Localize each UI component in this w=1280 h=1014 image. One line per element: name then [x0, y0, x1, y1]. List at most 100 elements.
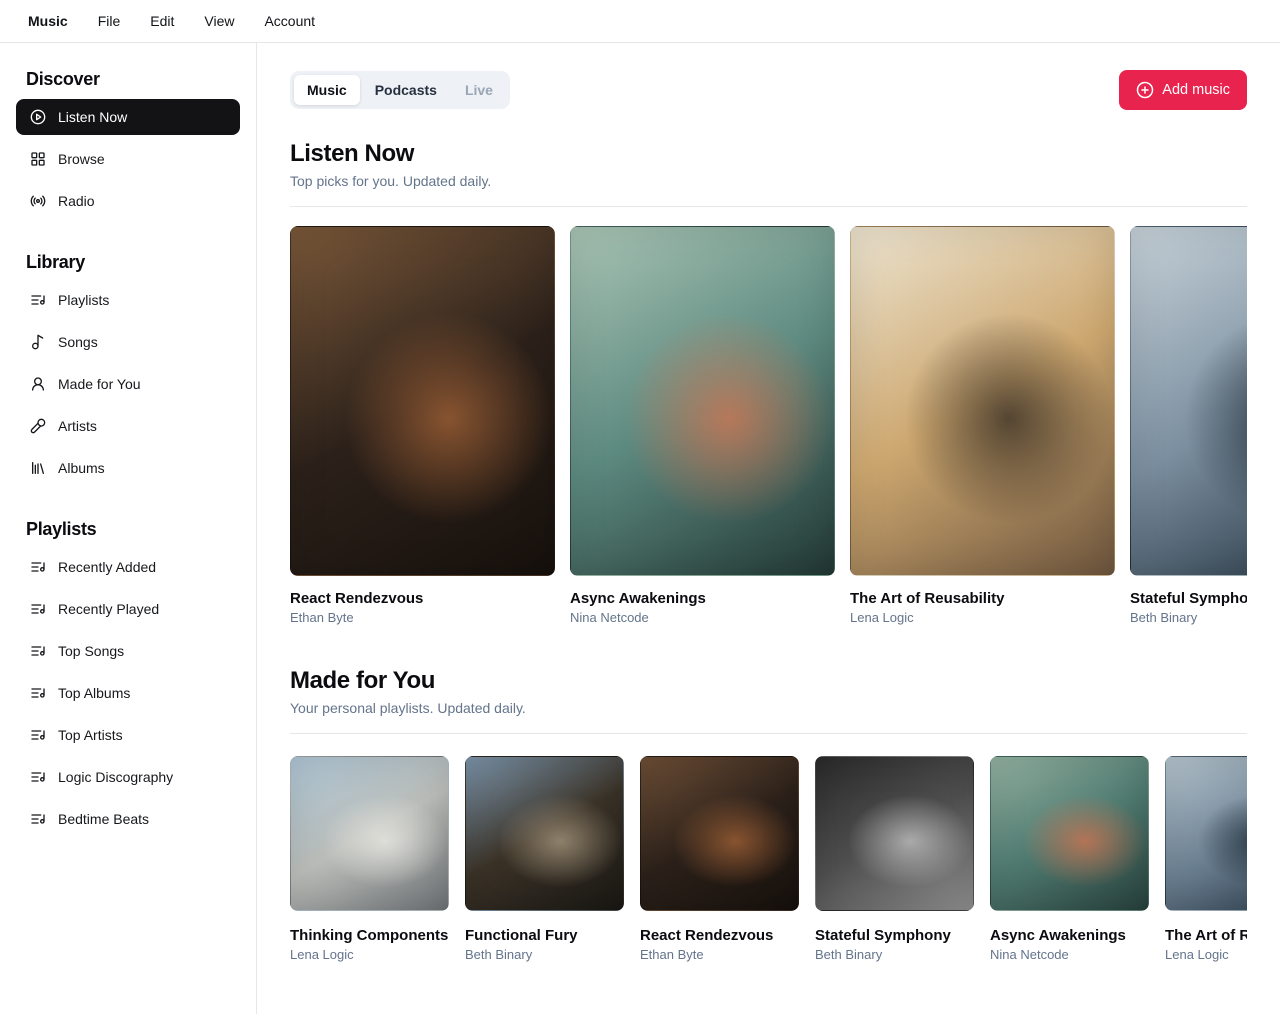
sidebar-item-label: Top Songs [58, 643, 124, 659]
album-title: The Art of Reusability [1165, 927, 1247, 944]
album-card-thinking-components: Thinking Components Lena Logic [290, 756, 449, 962]
circle-play-icon [30, 109, 46, 125]
tab-live[interactable]: Live [452, 75, 506, 105]
album-art-image[interactable] [640, 756, 799, 911]
album-artist: Lena Logic [290, 947, 449, 962]
sidebar-item-label: Playlists [58, 292, 109, 308]
microphone-icon [30, 418, 46, 434]
main-header: MusicPodcastsLive Add music [290, 70, 1247, 110]
app-body: DiscoverListen NowBrowseRadioLibraryPlay… [0, 43, 1280, 1014]
album-card-async-awakenings: Async AwakeningsNina Netcode [570, 226, 835, 625]
radio-icon [30, 193, 46, 209]
album-title: Functional Fury [465, 927, 624, 944]
list-music-icon [30, 601, 46, 617]
album-art-image[interactable] [1165, 756, 1247, 911]
tabs-list: MusicPodcastsLive [290, 71, 510, 109]
sidebar-item-label: Browse [58, 151, 105, 167]
album-art-image[interactable] [850, 226, 1115, 576]
sidebar-item-recently-played[interactable]: Recently Played [16, 591, 240, 627]
sidebar-item-label: Recently Played [58, 601, 159, 617]
sidebar-item-browse[interactable]: Browse [16, 141, 240, 177]
list-music-icon [30, 727, 46, 743]
sidebar-item-songs[interactable]: Songs [16, 324, 240, 360]
album-artist: Ethan Byte [290, 610, 555, 625]
album-art-image[interactable] [290, 756, 449, 911]
sidebar-item-made-for-you[interactable]: Made for You [16, 366, 240, 402]
sidebar-item-label: Songs [58, 334, 98, 350]
sidebar-item-artists[interactable]: Artists [16, 408, 240, 444]
library-icon [30, 460, 46, 476]
album-artist: Lena Logic [1165, 947, 1247, 962]
sidebar-item-albums[interactable]: Albums [16, 450, 240, 486]
album-title: Stateful Symphony [1130, 590, 1247, 607]
sidebar-item-top-artists[interactable]: Top Artists [16, 717, 240, 753]
sidebar-item-recently-added[interactable]: Recently Added [16, 549, 240, 585]
album-artist: Lena Logic [850, 610, 1115, 625]
sidebar-item-top-albums[interactable]: Top Albums [16, 675, 240, 711]
list-music-icon [30, 685, 46, 701]
sidebar-item-label: Logic Discography [58, 769, 173, 785]
album-artist: Beth Binary [815, 947, 974, 962]
menubar-item-view[interactable]: View [204, 9, 234, 33]
user-icon [30, 376, 46, 392]
album-art-image[interactable] [990, 756, 1149, 911]
album-card-react-rendezvous: React Rendezvous Ethan Byte [640, 756, 799, 962]
album-art-image[interactable] [290, 226, 555, 576]
list-music-icon [30, 292, 46, 308]
tab-podcasts[interactable]: Podcasts [362, 75, 450, 105]
album-title: Async Awakenings [990, 927, 1149, 944]
album-art-image[interactable] [465, 756, 624, 911]
sidebar-item-playlists[interactable]: Playlists [16, 282, 240, 318]
sidebar-item-label: Recently Added [58, 559, 156, 575]
sidebar-item-label: Radio [58, 193, 95, 209]
add-music-button[interactable]: Add music [1119, 70, 1247, 110]
album-artist: Nina Netcode [990, 947, 1149, 962]
sidebar-item-label: Top Albums [58, 685, 130, 701]
list-music-icon [30, 643, 46, 659]
album-art-image[interactable] [1130, 226, 1247, 576]
add-music-label: Add music [1162, 82, 1230, 98]
menubar-item-edit[interactable]: Edit [150, 9, 174, 33]
album-card-react-rendezvous: React Rendezvous Ethan Byte [290, 226, 555, 625]
made-for-you-section: Made for You Your personal playlists. Up… [290, 667, 1247, 962]
circle-plus-icon [1136, 81, 1154, 99]
sidebar-section-library: LibraryPlaylistsSongsMade for YouArtists… [16, 252, 240, 486]
tab-music[interactable]: Music [294, 75, 360, 105]
page-title: Listen Now [290, 140, 1247, 168]
album-card-functional-fury: Functional FuryBeth Binary [465, 756, 624, 962]
music-note-icon [30, 334, 46, 350]
sidebar-item-bedtime-beats[interactable]: Bedtime Beats [16, 801, 240, 837]
album-card-stateful-symphony: Stateful Symphony Beth Binary [815, 756, 974, 962]
sidebar-item-top-songs[interactable]: Top Songs [16, 633, 240, 669]
sidebar: DiscoverListen NowBrowseRadioLibraryPlay… [0, 43, 257, 1014]
sidebar-item-label: Top Artists [58, 727, 123, 743]
album-card-the-art-of-reusability: The Art of Reusability Lena Logic [850, 226, 1115, 625]
album-card-async-awakenings: Async Awakenings Nina Netcode [990, 756, 1149, 962]
album-art-image[interactable] [815, 756, 974, 911]
sidebar-item-radio[interactable]: Radio [16, 183, 240, 219]
section-title: Made for You [290, 667, 1247, 695]
menubar-item-account[interactable]: Account [264, 9, 315, 33]
sidebar-section-discover: Discover Listen Now Browse Radio [16, 69, 240, 219]
main-content: MusicPodcastsLive Add music Listen Now T… [257, 43, 1280, 1014]
sidebar-section-playlists: Playlists Recently Added Recently Played To… [16, 519, 240, 837]
album-title: The Art of Reusability [850, 590, 1115, 607]
album-card-stateful-symphony: Stateful SymphonyBeth Binary [1130, 226, 1247, 625]
album-title: Thinking Components [290, 927, 449, 944]
sidebar-item-label: Bedtime Beats [58, 811, 149, 827]
album-title: Stateful Symphony [815, 927, 974, 944]
layout-grid-icon [30, 151, 46, 167]
album-card-the-art-of-reusability: The Art of Reusability Lena Logic [1165, 756, 1247, 962]
album-title: React Rendezvous [290, 590, 555, 607]
sidebar-section-title: Discover [16, 69, 240, 90]
list-music-icon [30, 559, 46, 575]
made-for-you-row: Thinking Components Lena Logic Functional … [290, 734, 1247, 962]
sidebar-section-title: Playlists [16, 519, 240, 540]
album-title: React Rendezvous [640, 927, 799, 944]
sidebar-item-listen-now[interactable]: Listen Now [16, 99, 240, 135]
album-art-image[interactable] [570, 226, 835, 576]
album-artist: Ethan Byte [640, 947, 799, 962]
sidebar-item-logic-discography[interactable]: Logic Discography [16, 759, 240, 795]
menubar-item-file[interactable]: File [98, 9, 121, 33]
menubar-item-music[interactable]: Music [28, 9, 68, 33]
